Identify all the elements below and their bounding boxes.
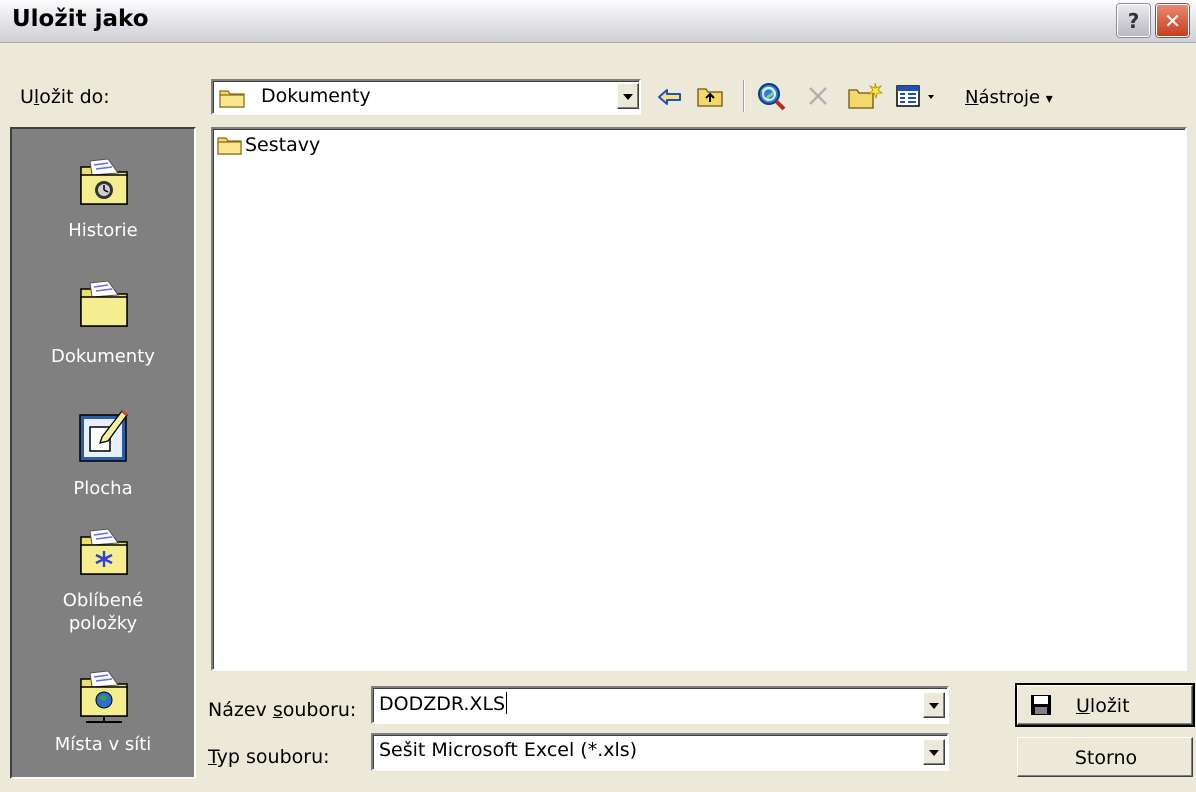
folder-icon [219,90,245,108]
new-folder-icon[interactable] [847,80,883,112]
toolbar-separator [743,80,745,112]
title-bar: Uložit jako ? ✕ [0,0,1196,43]
filetype-label: Typ souboru: [208,746,330,768]
look-in-dropdown-button[interactable] [617,83,639,109]
views-icon[interactable] [895,82,939,110]
cancel-button[interactable]: Storno [1017,737,1193,777]
look-in-label: Uložit do: [20,86,110,108]
cancel-button-label: Storno [1074,747,1138,769]
filename-input[interactable]: DODZDR.XLS [371,686,949,724]
filetype-dropdown-button[interactable] [923,739,945,765]
help-button[interactable]: ? [1117,4,1150,37]
place-label: Plocha [73,478,133,499]
filename-dropdown-button[interactable] [923,692,945,718]
desktop-icon [79,409,128,462]
look-in-combo[interactable]: Dokumenty [211,79,641,115]
delete-icon[interactable] [803,82,833,110]
save-button[interactable]: Uložit [1015,683,1195,727]
place-label: Historie [68,220,138,241]
look-in-value: Dokumenty [261,85,371,107]
place-documents[interactable]: Dokumenty [12,279,194,379]
place-label: Oblíbené položky [62,590,144,634]
tools-chevron-down-icon: ▾ [1045,91,1053,107]
up-folder-icon[interactable] [695,82,725,110]
documents-icon [80,280,128,327]
favorites-icon [80,528,128,575]
filename-value: DODZDR.XLS [379,692,508,715]
place-history[interactable]: Historie [12,157,194,257]
back-arrow-icon[interactable] [655,84,685,110]
filetype-value: Sešit Microsoft Excel (*.xls) [379,739,638,761]
network-places-icon [80,670,128,723]
floppy-disk-icon [1031,695,1051,715]
tools-menu[interactable]: Nástroje ▾ [965,87,1053,108]
filename-label: Název souboru: [208,699,357,721]
place-network[interactable]: Místa v síti [12,669,194,769]
place-label: Místa v síti [54,734,152,755]
window-title: Uložit jako [12,6,149,32]
search-web-icon[interactable] [755,80,789,112]
place-desktop[interactable]: Plocha [12,409,194,509]
place-favorites[interactable]: Oblíbené položky [12,527,194,647]
folder-icon [217,137,242,155]
list-item[interactable]: Sestavy [217,134,320,156]
place-label: Dokumenty [51,346,155,367]
close-button[interactable]: ✕ [1156,4,1189,37]
save-as-dialog: Uložit jako ? ✕ Uložit do: Dokumenty Nás… [0,0,1196,792]
filetype-select[interactable]: Sešit Microsoft Excel (*.xls) [371,733,949,771]
help-icon: ? [1127,8,1140,33]
save-button-label: Uložit [1076,695,1130,717]
file-list[interactable]: Sestavy [211,127,1187,671]
close-icon: ✕ [1164,8,1181,33]
file-name: Sestavy [245,134,321,156]
places-bar: Historie Dokumenty Plocha Oblíbené polož… [10,127,196,779]
history-icon [80,158,128,205]
